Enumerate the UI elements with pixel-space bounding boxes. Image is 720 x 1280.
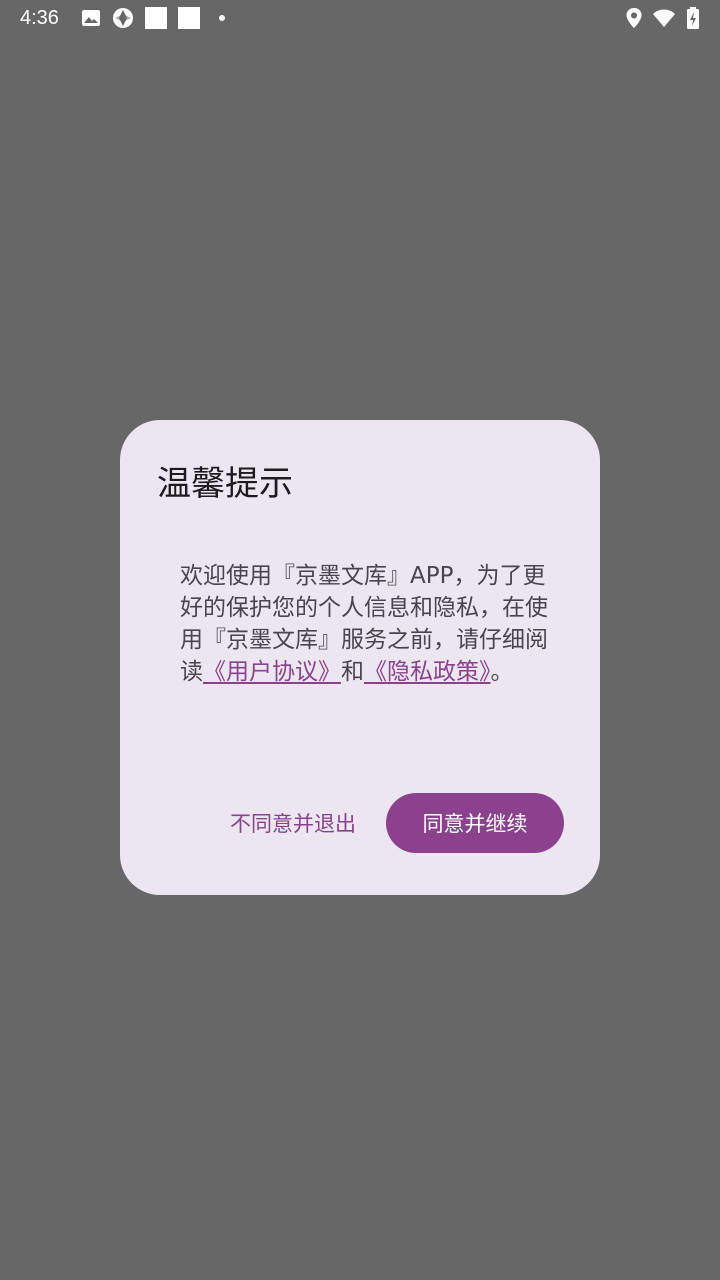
privacy-dialog: 温馨提示 欢迎使用『京墨文库』APP，为了更好的保护您的个人信息和隐私，在使用『…: [120, 420, 600, 895]
image-icon: [79, 6, 103, 30]
battery-charging-icon: [681, 6, 705, 30]
privacy-policy-link[interactable]: 《隐私政策》: [364, 659, 491, 685]
message-conjunction: 和: [341, 659, 364, 685]
dialog-title: 温馨提示: [157, 464, 293, 504]
dialog-message: 欢迎使用『京墨文库』APP，为了更好的保护您的个人信息和隐私，在使用『京墨文库』…: [180, 560, 548, 688]
status-time: 4:36: [20, 7, 59, 29]
message-end: 。: [490, 659, 514, 685]
status-bar: 4:36: [0, 0, 720, 36]
blank-square-icon: [177, 6, 201, 30]
user-agreement-link[interactable]: 《用户协议》: [203, 659, 341, 685]
decline-exit-button[interactable]: 不同意并退出: [218, 793, 368, 853]
blank-square-icon: [144, 6, 168, 30]
sync-icon: [111, 6, 135, 30]
wifi-icon: [652, 6, 676, 30]
location-icon: [622, 6, 646, 30]
agree-continue-button[interactable]: 同意并继续: [386, 793, 564, 853]
dot-icon: [212, 6, 236, 30]
